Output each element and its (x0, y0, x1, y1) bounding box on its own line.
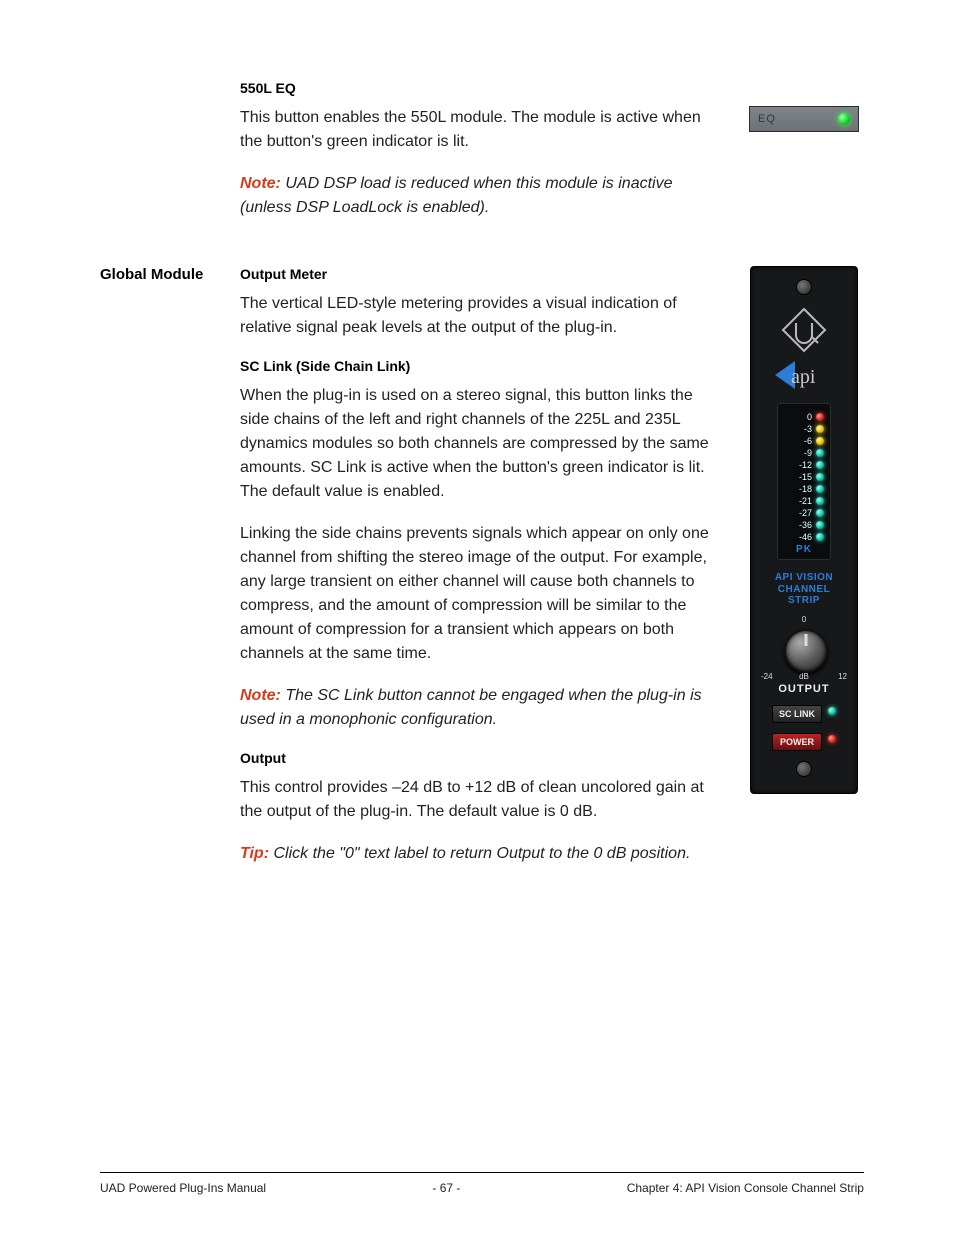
meter-led-icon (816, 485, 824, 493)
meter-row: -46 (784, 532, 824, 542)
meter-row: -3 (784, 424, 824, 434)
meter-value-label: -36 (792, 520, 812, 530)
footer-left: UAD Powered Plug-Ins Manual (100, 1181, 266, 1195)
meter-value-label: -27 (792, 508, 812, 518)
meter-row: -6 (784, 436, 824, 446)
eq-button-label: EQ (758, 113, 776, 125)
meter-led-icon (816, 521, 824, 529)
meter-value-label: -15 (792, 472, 812, 482)
meter-row: -15 (784, 472, 824, 482)
power-button[interactable]: POWER (772, 733, 822, 751)
meter-led-icon (816, 461, 824, 469)
led-green-icon (838, 113, 850, 125)
section-label-global-module: Global Module (100, 266, 240, 283)
footer-right: Chapter 4: API Vision Console Channel St… (627, 1181, 864, 1195)
meter-pk-label: PK (784, 544, 824, 555)
meter-led-icon (816, 473, 824, 481)
meter-row: -18 (784, 484, 824, 494)
meter-value-label: -3 (792, 424, 812, 434)
heading-sc-link: SC Link (Side Chain Link) (240, 358, 724, 374)
strip-title-line: API VISION (775, 572, 833, 584)
meter-value-label: -21 (792, 496, 812, 506)
note-text: The SC Link button cannot be engaged whe… (240, 687, 702, 728)
led-red-icon (828, 735, 836, 743)
strip-title-line: CHANNEL (775, 584, 833, 596)
paragraph-eq-note: Note: UAD DSP load is reduced when this … (240, 172, 724, 220)
meter-value-label: 0 (792, 412, 812, 422)
knob-tick-unit: dB (799, 672, 809, 681)
output-knob[interactable] (784, 629, 828, 673)
note-label: Note: (240, 175, 281, 192)
document-page: 550L EQ This button enables the 550L mod… (0, 0, 954, 1235)
paragraph-sc-link-2: Linking the side chains prevents signals… (240, 522, 724, 666)
meter-row: -36 (784, 520, 824, 530)
meter-row: 0 (784, 412, 824, 422)
knob-tick-max: 12 (838, 672, 847, 681)
eq-enable-button[interactable]: EQ (749, 106, 859, 132)
note-label: Note: (240, 687, 281, 704)
meter-row: -27 (784, 508, 824, 518)
sc-link-button[interactable]: SC LINK (772, 705, 822, 723)
paragraph-output-meter: The vertical LED-style metering provides… (240, 292, 724, 340)
tip-text: Click the "0" text label to return Outpu… (273, 845, 690, 862)
led-green-icon (828, 707, 836, 715)
meter-value-label: -12 (792, 460, 812, 470)
meter-led-icon (816, 413, 824, 421)
svg-text:api: api (791, 366, 816, 388)
paragraph-output: This control provides –24 dB to +12 dB o… (240, 776, 724, 824)
output-knob-area: 0 -24 dB 12 OUTPUT (759, 615, 849, 695)
meter-value-label: -9 (792, 448, 812, 458)
meter-value-label: -46 (792, 532, 812, 542)
meter-value-label: -18 (792, 484, 812, 494)
screw-icon (796, 761, 812, 777)
meter-row: -9 (784, 448, 824, 458)
screw-icon (796, 279, 812, 295)
meter-row: -21 (784, 496, 824, 506)
paragraph-eq-body: This button enables the 550L module. The… (240, 106, 724, 154)
knob-tick-zero: 0 (802, 615, 806, 624)
strip-title: API VISION CHANNEL STRIP (775, 572, 833, 607)
meter-led-icon (816, 533, 824, 541)
paragraph-sc-link-note: Note: The SC Link button cannot be engag… (240, 684, 724, 732)
api-logo-icon: api (773, 357, 835, 393)
ua-logo-icon (779, 305, 829, 355)
meter-led-icon (816, 509, 824, 517)
knob-tick-min: -24 (761, 672, 773, 681)
tip-label: Tip: (240, 845, 269, 862)
paragraph-sc-link-1: When the plug-in is used on a stereo sig… (240, 384, 724, 504)
meter-led-icon (816, 497, 824, 505)
heading-output: Output (240, 750, 724, 766)
paragraph-output-tip: Tip: Click the "0" text label to return … (240, 842, 724, 866)
note-text: UAD DSP load is reduced when this module… (240, 175, 673, 216)
channel-strip-figure: api 0 -3 -6 -9 -12 -15 -18 -21 -27 -36 -46 PK API V… (750, 266, 858, 794)
strip-title-line: STRIP (775, 595, 833, 607)
heading-550l-eq: 550L EQ (240, 80, 724, 96)
heading-output-meter: Output Meter (240, 266, 724, 282)
meter-row: -12 (784, 460, 824, 470)
footer-page-number: - 67 - (432, 1181, 460, 1195)
output-meter: 0 -3 -6 -9 -12 -15 -18 -21 -27 -36 -46 PK (777, 403, 831, 560)
output-knob-label: OUTPUT (759, 683, 849, 695)
meter-led-icon (816, 425, 824, 433)
meter-led-icon (816, 449, 824, 457)
meter-led-icon (816, 437, 824, 445)
page-footer: UAD Powered Plug-Ins Manual - 67 - Chapt… (100, 1172, 864, 1195)
meter-value-label: -6 (792, 436, 812, 446)
